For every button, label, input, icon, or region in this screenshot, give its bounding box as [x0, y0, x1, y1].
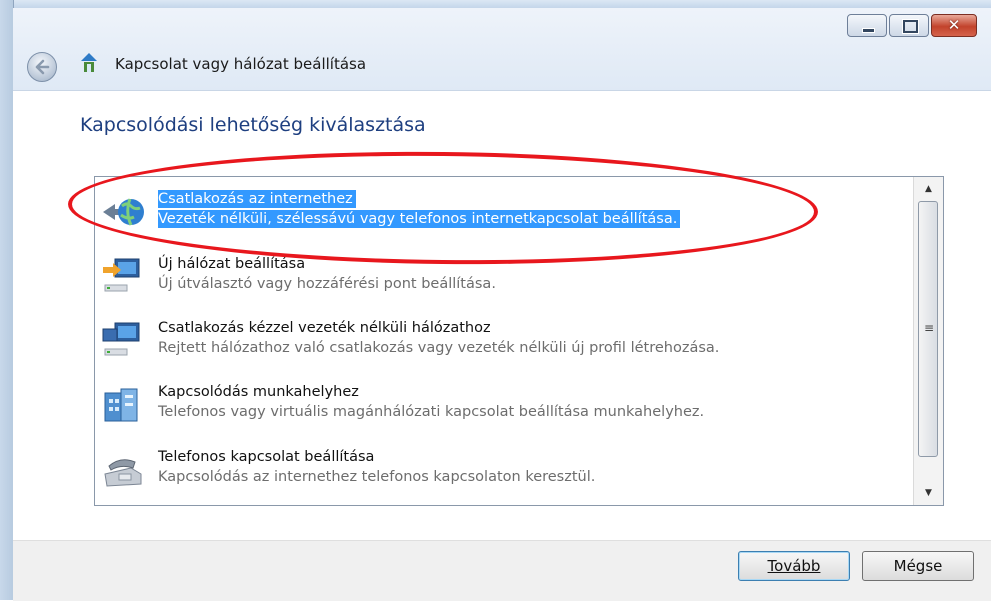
dialup-phone-icon — [104, 459, 142, 487]
wireless-network-icon — [102, 322, 140, 356]
option-description: Telefonos vagy virtuális magánhálózati k… — [158, 404, 705, 420]
option-description: Kapcsolódás az internethez telefonos kap… — [158, 469, 596, 485]
option-manual-wireless[interactable]: Csatlakozás kézzel vezeték nélküli hálóz… — [101, 319, 901, 373]
new-network-icon — [103, 258, 140, 292]
network-setup-icon — [81, 53, 97, 72]
option-description: Vezeték nélküli, szélessávú vagy telefon… — [158, 210, 681, 228]
connection-wizard-window: ✕ Kapcsolat vagy hálózat beállítása Kapc… — [0, 0, 991, 601]
scroll-thumb[interactable]: ≡ — [918, 201, 938, 457]
close-icon: ✕ — [947, 16, 961, 34]
option-new-network[interactable]: Új hálózat beállítása Új útválasztó vagy… — [101, 255, 901, 309]
workplace-building-icon — [104, 388, 138, 422]
cancel-button[interactable]: Mégse — [862, 551, 974, 581]
wizard-header — [13, 8, 991, 91]
option-title: Kapcsolódás munkahelyhez — [158, 384, 359, 400]
option-dialup[interactable]: Telefonos kapcsolat beállítása Kapcsolód… — [101, 448, 901, 502]
option-connect-internet[interactable]: Csatlakozás az internethez Vezeték nélkü… — [101, 190, 901, 244]
option-title: Csatlakozás kézzel vezeték nélküli hálóz… — [158, 320, 491, 336]
option-description: Rejtett hálózathoz való csatlakozás vagy… — [158, 340, 720, 356]
minimize-icon — [862, 28, 875, 33]
next-button[interactable]: Tovább — [738, 551, 850, 581]
caption-buttons: ✕ — [847, 14, 977, 37]
scroll-up-arrow-icon[interactable]: ▲ — [914, 179, 943, 199]
globe-network-icon — [103, 198, 144, 226]
maximize-button[interactable] — [889, 14, 929, 37]
minimize-button[interactable] — [847, 14, 887, 37]
option-connect-workplace[interactable]: Kapcsolódás munkahelyhez Telefonos vagy … — [101, 383, 901, 437]
option-description: Új útválasztó vagy hozzáférési pont beál… — [158, 276, 496, 292]
maximize-icon — [903, 20, 918, 33]
window-frame-top — [0, 0, 991, 8]
window-title: Kapcsolat vagy hálózat beállítása — [115, 55, 367, 73]
back-button[interactable] — [27, 52, 57, 82]
window-frame-left — [0, 0, 14, 600]
scroll-down-arrow-icon[interactable]: ▼ — [914, 483, 943, 503]
back-arrow-icon — [35, 59, 50, 75]
connection-options-list: Csatlakozás az internethez Vezeték nélkü… — [94, 176, 944, 506]
close-button[interactable]: ✕ — [931, 14, 977, 37]
list-scrollbar[interactable]: ▲ ≡ ▼ — [913, 177, 943, 505]
option-title: Új hálózat beállítása — [158, 256, 306, 272]
page-heading: Kapcsolódási lehetőség kiválasztása — [80, 114, 426, 136]
option-title: Telefonos kapcsolat beállítása — [158, 449, 375, 465]
scroll-grip-icon: ≡ — [924, 321, 935, 335]
option-title: Csatlakozás az internethez — [158, 190, 356, 208]
